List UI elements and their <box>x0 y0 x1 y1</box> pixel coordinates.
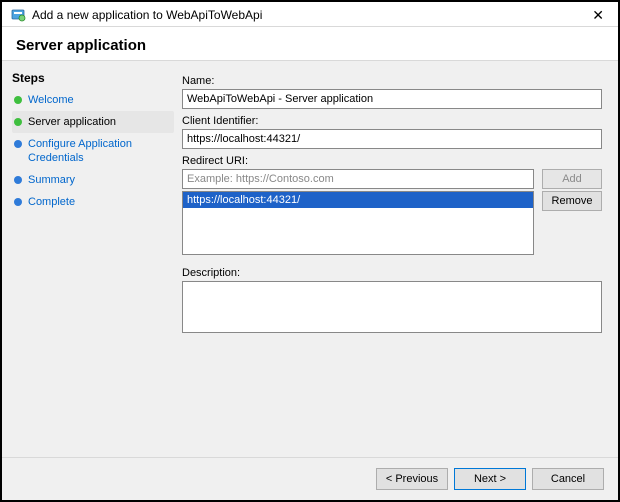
step-pending-icon <box>14 140 22 148</box>
step-item[interactable]: Summary <box>12 169 174 191</box>
client-id-input[interactable] <box>182 129 602 149</box>
redirect-uri-list[interactable]: https://localhost:44321/ <box>182 191 534 255</box>
wizard-body: Steps Welcome Server application Configure… <box>2 61 618 457</box>
description-label: Description: <box>182 267 602 279</box>
wizard-window: Add a new application to WebApiToWebApi … <box>0 0 620 502</box>
description-input[interactable] <box>182 281 602 333</box>
close-icon[interactable]: ✕ <box>586 6 610 24</box>
cancel-button[interactable]: Cancel <box>532 468 604 490</box>
step-label: Complete <box>28 195 75 209</box>
page-heading: Server application <box>16 37 604 54</box>
wizard-footer: < Previous Next > Cancel <box>2 457 618 500</box>
step-label: Summary <box>28 173 75 187</box>
client-id-label: Client Identifier: <box>182 115 602 127</box>
redirect-uri-label: Redirect URI: <box>182 155 602 167</box>
redirect-uri-row: Add <box>182 169 602 189</box>
titlebar: Add a new application to WebApiToWebApi … <box>2 2 618 27</box>
step-label: Server application <box>28 115 116 129</box>
list-item[interactable]: https://localhost:44321/ <box>183 192 533 208</box>
step-done-icon <box>14 96 22 104</box>
app-icon <box>10 7 26 23</box>
step-pending-icon <box>14 198 22 206</box>
step-item[interactable]: Configure Application Credentials <box>12 133 174 169</box>
redirect-list-row: https://localhost:44321/ Remove <box>182 191 602 255</box>
next-button[interactable]: Next > <box>454 468 526 490</box>
step-label: Configure Application Credentials <box>28 137 170 165</box>
step-pending-icon <box>14 176 22 184</box>
remove-button[interactable]: Remove <box>542 191 602 211</box>
page-heading-bar: Server application <box>2 27 618 61</box>
steps-list: Welcome Server application Configure Appli… <box>12 89 174 213</box>
steps-sidebar: Steps Welcome Server application Configure… <box>2 61 174 457</box>
step-item[interactable]: Complete <box>12 191 174 213</box>
previous-button[interactable]: < Previous <box>376 468 448 490</box>
step-item: Server application <box>12 111 174 133</box>
step-label: Welcome <box>28 93 74 107</box>
add-button[interactable]: Add <box>542 169 602 189</box>
step-done-icon <box>14 118 22 126</box>
name-input[interactable] <box>182 89 602 109</box>
form-area: Name: Client Identifier: Redirect URI: A… <box>174 61 618 457</box>
redirect-uri-input[interactable] <box>182 169 534 189</box>
step-item[interactable]: Welcome <box>12 89 174 111</box>
name-label: Name: <box>182 75 602 87</box>
steps-heading: Steps <box>12 71 174 85</box>
window-title: Add a new application to WebApiToWebApi <box>32 8 586 22</box>
